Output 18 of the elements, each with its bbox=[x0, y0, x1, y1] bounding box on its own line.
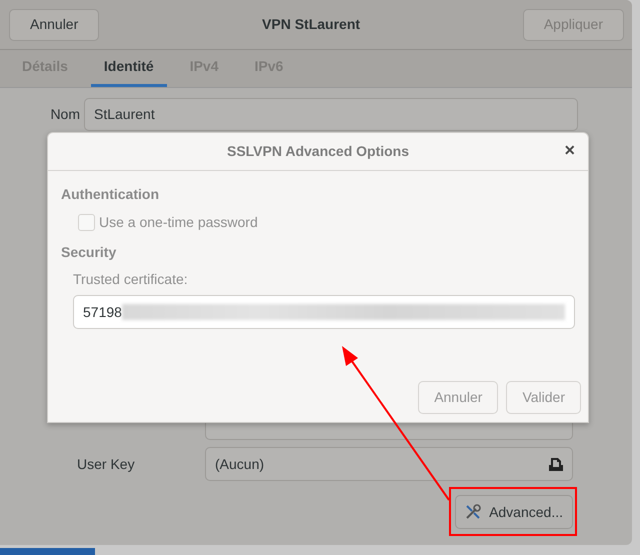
certificate-field[interactable]: 57198 bbox=[73, 295, 575, 329]
open-file-icon bbox=[549, 458, 563, 470]
advanced-button[interactable]: Advanced... bbox=[455, 495, 573, 529]
section-heading: Security bbox=[61, 243, 118, 262]
cancel-button[interactable]: Annuler bbox=[9, 8, 100, 40]
tools-icon bbox=[465, 504, 482, 520]
dialog-title: SSLVPN Advanced Options bbox=[226, 142, 410, 161]
file-chooser[interactable]: (Aucun) bbox=[205, 447, 573, 481]
section-heading: Authentication bbox=[61, 185, 160, 204]
field-label: Nom bbox=[49, 105, 81, 124]
close-button[interactable]: × bbox=[561, 141, 578, 159]
name-field[interactable]: StLaurent bbox=[84, 98, 578, 131]
field-label: User Key bbox=[76, 454, 136, 474]
tab[interactable]: Identité bbox=[90, 49, 167, 87]
checkbox-label: Use a one-time password bbox=[99, 213, 258, 232]
window-title: VPN StLaurent bbox=[262, 15, 360, 34]
field-label: Trusted certificate: bbox=[73, 270, 188, 289]
file-value: (Aucun) bbox=[215, 454, 264, 474]
